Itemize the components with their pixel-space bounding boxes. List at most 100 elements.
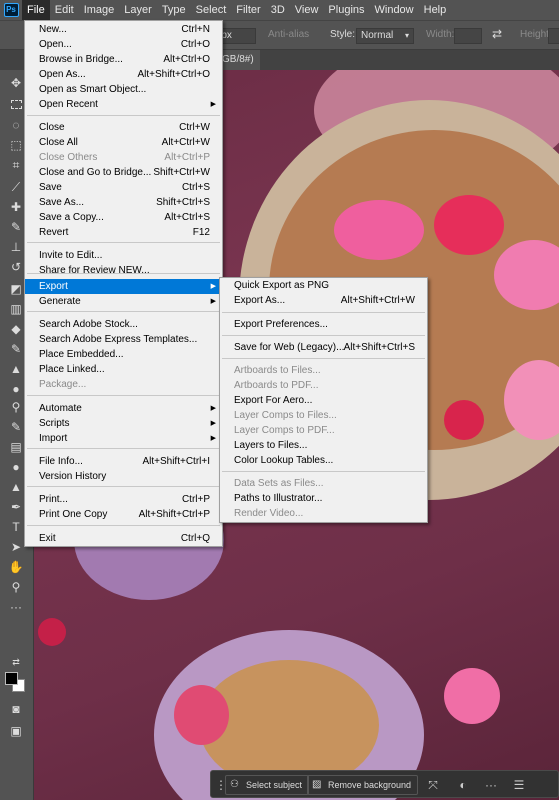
- menu-item-exit[interactable]: Exit Ctrl+Q: [25, 531, 222, 546]
- menu-filter[interactable]: Filter: [231, 0, 265, 20]
- width-input[interactable]: [454, 28, 482, 44]
- person-icon: ⚇: [230, 779, 239, 790]
- remove-background-button[interactable]: ▨ Remove background: [307, 775, 419, 795]
- type-tool-icon[interactable]: T: [7, 520, 25, 534]
- menu-3d[interactable]: 3D: [266, 0, 290, 20]
- menu-item-share-for-review-new[interactable]: Share for Review NEW...: [25, 263, 222, 278]
- menu-item-layers-to-files[interactable]: Layers to Files...: [220, 438, 427, 453]
- brush-tool-2-icon[interactable]: ✎: [7, 420, 25, 434]
- menu-item-close-all[interactable]: Close All Alt+Ctrl+W: [25, 135, 222, 150]
- dodge-tool-icon[interactable]: ⚲: [7, 400, 25, 414]
- brush-tool-icon[interactable]: ✎: [7, 220, 25, 234]
- menu-item-revert[interactable]: Revert F12: [25, 225, 222, 240]
- menu-item-label: File Info...: [39, 456, 83, 467]
- menu-item-version-history[interactable]: Version History: [25, 469, 222, 484]
- menu-item-export-for-aero[interactable]: Export For Aero...: [220, 393, 427, 408]
- menu-item-place-embedded[interactable]: Place Embedded...: [25, 347, 222, 362]
- menu-item-export[interactable]: Export ▶: [25, 279, 222, 294]
- menu-item-shortcut: F12: [192, 227, 210, 238]
- menu-item-save-a-copy[interactable]: Save a Copy... Alt+Ctrl+S: [25, 210, 222, 225]
- submenu-arrow-icon: ▶: [210, 405, 216, 412]
- sharpen-tool-icon[interactable]: ▲: [7, 362, 25, 376]
- menu-item-close-and-go-to-bridge[interactable]: Close and Go to Bridge... Shift+Ctrl+W: [25, 165, 222, 180]
- menu-view[interactable]: View: [290, 0, 324, 20]
- menu-edit[interactable]: Edit: [50, 0, 79, 20]
- menu-item-quick-export-as-png[interactable]: Quick Export as PNG: [220, 278, 427, 293]
- top-menus: File Edit Image Layer Type Select Filter 3D View…: [22, 0, 451, 20]
- triangle-tool-icon[interactable]: ▲: [7, 480, 25, 494]
- menu-item-export-as[interactable]: Export As... Alt+Shift+Ctrl+W: [220, 293, 427, 308]
- height-input[interactable]: [548, 28, 559, 44]
- more-options-icon[interactable]: ···: [481, 775, 501, 795]
- raspberry-image: [444, 400, 484, 440]
- menu-select[interactable]: Select: [191, 0, 232, 20]
- transform-icon[interactable]: ⤧: [423, 775, 443, 795]
- crop-tool-icon[interactable]: ⌗: [7, 158, 25, 172]
- screen-mode-icon[interactable]: ▣: [7, 724, 25, 738]
- menu-item-save-as[interactable]: Save As... Shift+Ctrl+S: [25, 195, 222, 210]
- foreground-color-swatch[interactable]: [5, 672, 18, 685]
- history-brush-tool-icon[interactable]: ↺: [7, 260, 25, 274]
- menu-item-paths-to-illustrator[interactable]: Paths to Illustrator...: [220, 491, 427, 506]
- drop-tool-icon[interactable]: ●: [7, 460, 25, 474]
- menu-window[interactable]: Window: [370, 0, 419, 20]
- lasso-tool-icon[interactable]: ◌: [7, 118, 25, 132]
- menu-item-search-adobe-stock[interactable]: Search Adobe Stock...: [25, 317, 222, 332]
- pen-tool-icon[interactable]: ✒: [7, 500, 25, 514]
- menu-item-open-as-smart-object[interactable]: Open as Smart Object...: [25, 82, 222, 97]
- hand-tool-icon[interactable]: ✋: [7, 560, 25, 574]
- path-select-tool-icon[interactable]: ➤: [7, 540, 25, 554]
- menu-item-open[interactable]: Open... Ctrl+O: [25, 37, 222, 52]
- clone-stamp-tool-icon[interactable]: ⊥: [7, 240, 25, 254]
- menu-item-close[interactable]: Close Ctrl+W: [25, 120, 222, 135]
- menu-item-label: Color Lookup Tables...: [234, 455, 334, 466]
- move-tool-icon[interactable]: ✥: [7, 76, 25, 90]
- menu-item-search-adobe-express-templates[interactable]: Search Adobe Express Templates...: [25, 332, 222, 347]
- menu-plugins[interactable]: Plugins: [323, 0, 369, 20]
- anti-alias-checkbox[interactable]: Anti-alias: [268, 29, 309, 40]
- menu-help[interactable]: Help: [419, 0, 452, 20]
- menu-item-print-one-copy[interactable]: Print One Copy Alt+Shift+Ctrl+P: [25, 507, 222, 522]
- quick-mask-icon[interactable]: ◙: [7, 702, 25, 716]
- menu-item-scripts[interactable]: Scripts ▶: [25, 416, 222, 431]
- gradient-tool-icon[interactable]: ▥: [7, 302, 25, 316]
- menu-item-open-as[interactable]: Open As... Alt+Shift+Ctrl+O: [25, 67, 222, 82]
- eraser-tool-icon[interactable]: ◩: [7, 282, 25, 296]
- menu-item-place-linked[interactable]: Place Linked...: [25, 362, 222, 377]
- menu-file[interactable]: File: [22, 0, 50, 20]
- more-tools-icon[interactable]: ···: [7, 600, 25, 614]
- menu-item-browse-in-bridge[interactable]: Browse in Bridge... Alt+Ctrl+O: [25, 52, 222, 67]
- menu-item-generate[interactable]: Generate ▶: [25, 294, 222, 309]
- blur-tool-icon[interactable]: ●: [7, 382, 25, 396]
- menu-item-invite-to-edit[interactable]: Invite to Edit...: [25, 248, 222, 263]
- swap-colors-icon[interactable]: ⇄: [7, 655, 25, 669]
- menu-item-automate[interactable]: Automate ▶: [25, 401, 222, 416]
- menu-item-color-lookup-tables[interactable]: Color Lookup Tables...: [220, 453, 427, 468]
- zoom-tool-icon[interactable]: ⚲: [7, 580, 25, 594]
- menu-item-new[interactable]: New... Ctrl+N: [25, 22, 222, 37]
- healing-brush-tool-icon[interactable]: ✚: [7, 200, 25, 214]
- menu-type[interactable]: Type: [157, 0, 191, 20]
- menu-item-file-info[interactable]: File Info... Alt+Shift+Ctrl+I: [25, 454, 222, 469]
- brush-variant-tool-icon[interactable]: ✎: [7, 342, 25, 356]
- eyedropper-tool-icon[interactable]: ⟋: [7, 180, 25, 194]
- menu-item-save-for-web-legacy[interactable]: Save for Web (Legacy)... Alt+Shift+Ctrl+S: [220, 340, 427, 355]
- paint-bucket-tool-icon[interactable]: ◆: [7, 322, 25, 336]
- menu-item-import[interactable]: Import ▶: [25, 431, 222, 446]
- menu-item-open-recent[interactable]: Open Recent ▶: [25, 97, 222, 112]
- object-select-tool-icon[interactable]: ⬚: [7, 138, 25, 152]
- gradient-tool-2-icon[interactable]: ▤: [7, 440, 25, 454]
- swap-icon[interactable]: ⇄: [492, 27, 502, 41]
- select-subject-button[interactable]: ⚇ Select subject: [225, 775, 310, 795]
- menu-item-print[interactable]: Print... Ctrl+P: [25, 492, 222, 507]
- settings-icon[interactable]: ☰: [509, 775, 529, 795]
- menu-item-save[interactable]: Save Ctrl+S: [25, 180, 222, 195]
- style-select[interactable]: Normal ▾: [356, 28, 414, 44]
- marquee-tool-icon[interactable]: [7, 98, 25, 112]
- menu-item-export-preferences[interactable]: Export Preferences...: [220, 317, 427, 332]
- menu-layer[interactable]: Layer: [119, 0, 157, 20]
- menu-image[interactable]: Image: [79, 0, 120, 20]
- photoshop-logo-icon: Ps: [0, 0, 22, 20]
- adjust-icon[interactable]: ◐: [453, 775, 473, 795]
- menu-item-data-sets-as-files: Data Sets as Files...: [220, 476, 427, 491]
